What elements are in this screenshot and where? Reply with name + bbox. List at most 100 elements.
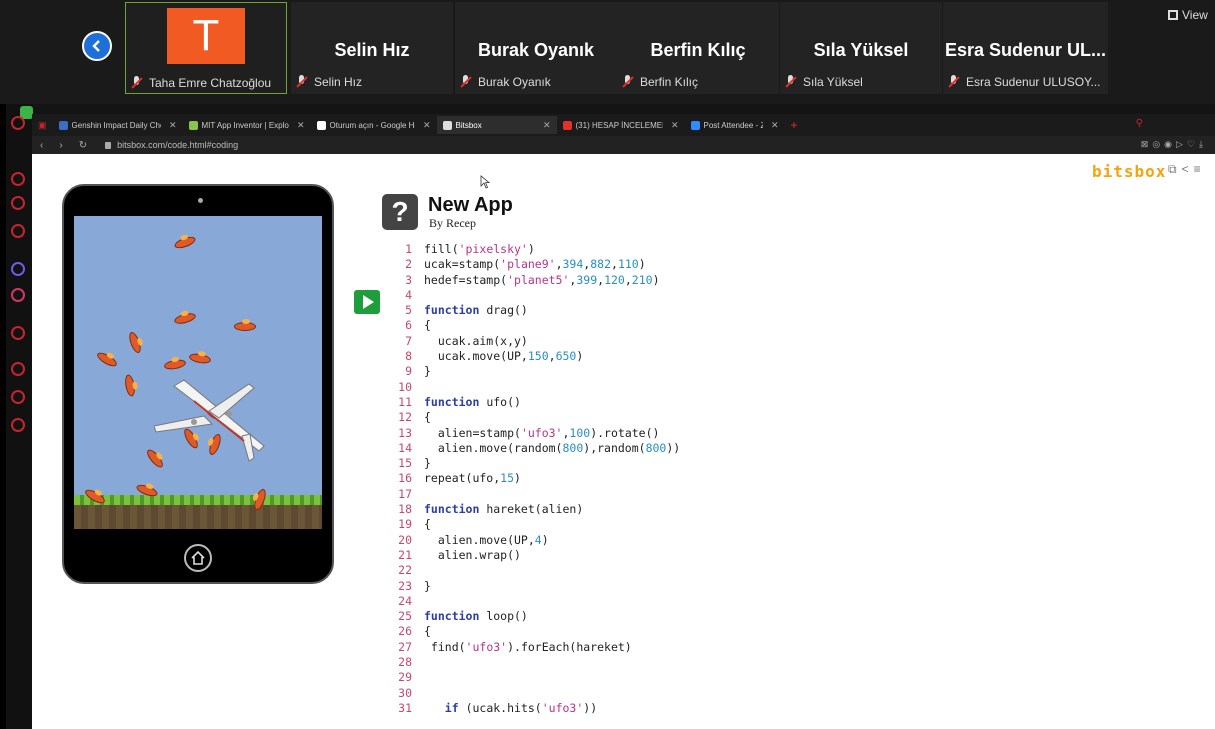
code-line[interactable]: 24 [392, 594, 892, 609]
code-line[interactable]: 8 ucak.move(UP,150,650) [392, 349, 892, 364]
code-line[interactable]: 6{ [392, 318, 892, 333]
game-screen[interactable] [74, 216, 322, 529]
line-number: 11 [398, 394, 412, 409]
new-tab-button[interactable]: + [791, 118, 798, 132]
participant-tile[interactable]: Selin Hız Selin Hız [291, 2, 453, 94]
tab-search-icon[interactable]: ⚲ [1136, 118, 1143, 129]
history-icon[interactable] [11, 362, 25, 376]
participant-tile[interactable]: Sıla Yüksel Sıla Yüksel [780, 2, 942, 94]
code-line[interactable]: 16 repeat(ufo,15) [392, 471, 892, 486]
favicon-icon [690, 120, 700, 130]
code-line[interactable]: 14 alien.move(random(800),random(800)) [392, 441, 892, 456]
participant-name: Berfin Kılıç [640, 75, 699, 89]
code-line[interactable]: 23} [392, 579, 892, 594]
lock-icon [105, 141, 112, 149]
code-line[interactable]: 25 function loop() [392, 609, 892, 624]
url-field[interactable]: bitsbox.com/code.html#coding [117, 140, 238, 150]
code-line[interactable]: 29 [392, 670, 892, 685]
tab-label: Post Attendee - Zoom [703, 120, 763, 130]
close-icon[interactable]: ✕ [771, 120, 779, 131]
sidebar-bag-icon[interactable] [11, 196, 25, 210]
line-number: 30 [398, 685, 412, 700]
close-icon[interactable]: ✕ [671, 120, 679, 131]
participant-display-name: Burak Oyanık [477, 40, 595, 60]
line-number: 31 [398, 700, 412, 715]
opera-icon[interactable] [11, 116, 25, 130]
back-button[interactable] [82, 31, 112, 61]
code-line[interactable]: 30 [392, 686, 892, 701]
code-line[interactable]: 11 function ufo() [392, 395, 892, 410]
run-button[interactable] [354, 290, 380, 314]
close-icon[interactable]: ✕ [297, 120, 305, 131]
code-text: ucak=stamp('plane9',394,882,110) [424, 257, 646, 272]
code-line[interactable]: 12 { [392, 410, 892, 425]
participant-tile[interactable]: Berfin Kılıç Berfin Kılıç [617, 2, 779, 94]
view-button[interactable]: View [1168, 8, 1208, 22]
muted-mic-icon [784, 75, 798, 89]
participant-tile[interactable]: Esra Sudenur UL... Esra Sudenur ULUSOY... [943, 2, 1108, 94]
close-icon[interactable]: ✕ [543, 120, 551, 131]
code-line[interactable]: 17 [392, 487, 892, 502]
ufo-sprite [173, 311, 197, 326]
line-number: 19 [398, 517, 412, 532]
avatar: T [167, 8, 245, 64]
code-line[interactable]: 9} [392, 364, 892, 379]
participant-tile[interactable]: Burak Oyanık Burak Oyanık [455, 2, 617, 94]
camera-dot [198, 198, 203, 203]
code-line[interactable]: 4 [392, 288, 892, 303]
reload-button[interactable]: ↻ [79, 140, 87, 151]
code-line[interactable]: 28 [392, 655, 892, 670]
code-text: function loop() [424, 609, 528, 624]
muted-mic-icon [947, 75, 961, 89]
line-number: 4 [405, 287, 412, 302]
forward-nav-button[interactable]: › [59, 140, 62, 151]
muted-mic-icon [295, 75, 309, 89]
code-line[interactable]: 26 { [392, 624, 892, 639]
code-text: { [424, 410, 431, 425]
browser-tab[interactable]: Oturum açın - Google Hes ✕ [311, 116, 437, 134]
code-line[interactable]: 22 [392, 563, 892, 578]
sidebar-player-icon[interactable] [11, 326, 25, 340]
browser-tab[interactable]: Post Attendee - Zoom ✕ [685, 116, 785, 134]
ufo-sprite [188, 352, 212, 365]
code-line[interactable]: 27 find('ufo3').forEach(hareket) [392, 640, 892, 655]
twitch-icon[interactable] [11, 224, 25, 238]
code-line[interactable]: 13 alien=stamp('ufo3',100).rotate() [392, 426, 892, 441]
code-line[interactable]: 19 { [392, 517, 892, 532]
workspace-icon[interactable]: ▣ [38, 120, 47, 131]
bitsbox-logo[interactable]: bitsbox [1092, 162, 1166, 181]
code-line[interactable]: 2 ucak=stamp('plane9',394,882,110) [392, 257, 892, 272]
address-bar-icons[interactable]: ⊠◎◉▷♡⤓ [1141, 139, 1207, 150]
participant-label: Sıla Yüksel [780, 71, 942, 93]
sidebar-speed-dial-icon[interactable] [11, 172, 25, 186]
extensions-icon[interactable] [11, 390, 25, 404]
instagram-icon[interactable] [11, 288, 25, 302]
browser-tab[interactable]: Bitsbox ✕ [436, 116, 557, 134]
line-number: 5 [405, 303, 412, 318]
code-line[interactable]: 21 alien.wrap() [392, 548, 892, 563]
browser-tab[interactable]: Genshin Impact Daily Chec ✕ [53, 116, 183, 134]
code-line[interactable]: 20 alien.move(UP,4) [392, 533, 892, 548]
close-icon[interactable]: ✕ [169, 120, 177, 131]
home-button[interactable] [184, 544, 212, 572]
code-line[interactable]: 18 function hareket(alien) [392, 502, 892, 517]
page-action-icons[interactable]: ⧉<≡ [1168, 162, 1206, 177]
code-line[interactable]: 10 [392, 380, 892, 395]
participant-tile[interactable]: T Taha Emre Chatzoğlou [125, 2, 287, 94]
code-line[interactable]: 7 ucak.aim(x,y) [392, 334, 892, 349]
code-line[interactable]: 1 fill('pixelsky') [392, 242, 892, 257]
messenger-icon[interactable] [11, 262, 25, 276]
close-icon[interactable]: ✕ [423, 120, 431, 131]
browser-tab[interactable]: MIT App Inventor | Explore ✕ [183, 116, 311, 134]
browser-tab[interactable]: (31) HESAP İNCELEMELERİ ✕ [557, 116, 685, 134]
tab-label: Bitsbox [455, 120, 482, 130]
code-line[interactable]: 31 if (ucak.hits('ufo3')) [392, 701, 892, 716]
line-number: 29 [398, 670, 412, 685]
code-line[interactable]: 5 function drag() [392, 303, 892, 318]
code-line[interactable]: 3 hedef=stamp('planet5',399,120,210) [392, 273, 892, 288]
code-editor[interactable]: 1 fill('pixelsky') 2 ucak=stamp('plane9',39… [392, 242, 892, 716]
code-line[interactable]: 15} [392, 456, 892, 471]
ufo-sprite [95, 350, 119, 369]
back-nav-button[interactable]: ‹ [40, 140, 43, 151]
settings-icon[interactable] [11, 418, 25, 432]
